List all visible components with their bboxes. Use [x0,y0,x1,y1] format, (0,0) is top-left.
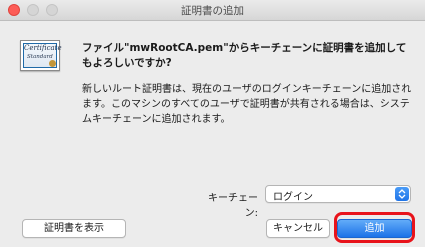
certificate-icon-sublabel: Standard [27,54,53,60]
view-certificates-button[interactable]: 証明書を表示 [22,219,126,238]
add-button[interactable]: 追加 [337,219,412,238]
dialog-message-body: 新しいルート証明書は、現在のユーザのログインキーチェーンに追加されます。このマシ… [82,84,412,125]
add-certificate-dialog: 証明書の追加 Certificate Standard ファイル"mwRootC… [0,0,425,247]
keychain-popup[interactable]: ログイン [265,185,411,203]
window-title: 証明書の追加 [181,5,244,17]
title-bar: 証明書の追加 [0,0,425,21]
chevron-updown-icon [395,187,409,201]
certificate-icon: Certificate Standard [20,40,62,71]
keychain-label: キーチェーン: [208,193,258,219]
cancel-button[interactable]: キャンセル [266,219,330,238]
certificate-icon-label: Certificate [24,44,62,52]
certificate-seal-icon [49,60,56,67]
dialog-message-title: ファイル"mwRootCA.pem"からキーチェーンに証明書を追加してもよろしい… [82,42,407,69]
keychain-selected-value: ログイン [273,192,313,203]
